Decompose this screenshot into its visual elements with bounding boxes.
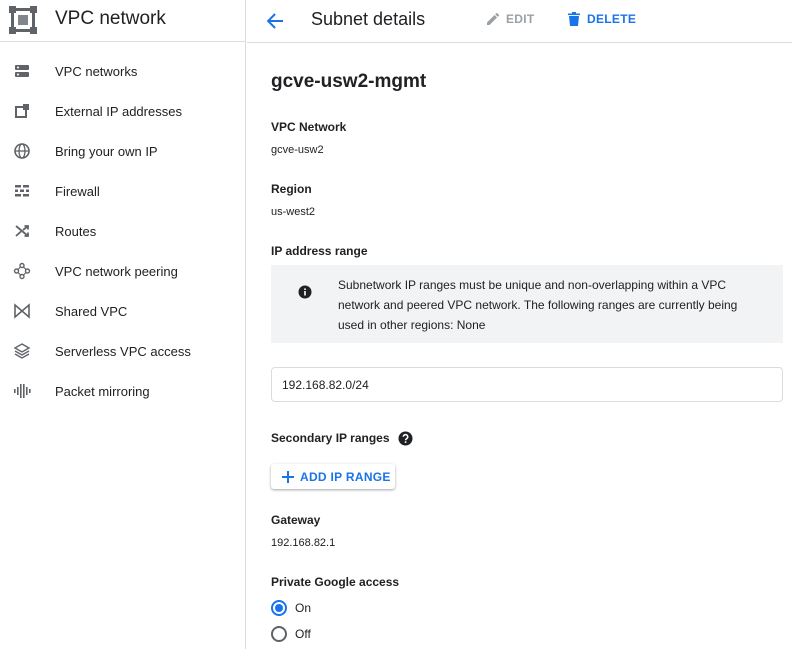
sidebar-item-label: Packet mirroring [55,383,150,399]
add-ip-range-label: ADD IP RANGE [300,469,391,484]
info-banner: Subnetwork IP ranges must be unique and … [271,265,783,343]
gateway-value: 192.168.82.1 [271,537,336,549]
plus-icon [282,470,294,483]
app-title: VPC network [55,8,166,29]
region-label: Region [271,182,312,196]
vpc-networks-icon [15,65,29,77]
sidebar-item-label: VPC network peering [55,263,178,279]
edit-label: EDIT [506,12,535,26]
sidebar-item-label: Shared VPC [55,303,128,319]
edit-button[interactable]: EDIT [485,9,535,29]
ip-address-range-input[interactable] [271,367,783,402]
main-content: Subnet details EDIT DELETE gcve-usw2-mgm… [247,0,792,649]
sidebar-item-packet-mirroring[interactable]: Packet mirroring [0,371,245,411]
add-ip-range-button[interactable]: ADD IP RANGE [271,464,395,489]
packet-mirroring-icon [14,384,31,398]
sidebar-item-vpc-networks[interactable]: VPC networks [0,51,245,91]
private-access-on-label[interactable]: On [295,601,311,615]
sidebar-item-label: Bring your own IP [55,143,158,159]
delete-label: DELETE [587,12,637,26]
toolbar: Subnet details EDIT DELETE [247,0,792,43]
region-value: us-west2 [271,206,316,218]
private-google-access-label: Private Google access [271,575,400,589]
firewall-icon [15,185,29,197]
info-icon [298,285,312,299]
pencil-icon [487,12,500,25]
gateway-label: Gateway [271,513,321,527]
sidebar-item-label: Serverless VPC access [55,343,191,359]
trash-icon [568,12,580,26]
sidebar-item-label: External IP addresses [55,103,182,119]
vpc-network-logo-icon [9,6,37,34]
sidebar-item-shared-vpc[interactable]: Shared VPC [0,291,245,331]
globe-icon [14,143,30,159]
shared-vpc-icon [14,303,30,319]
page-title: Subnet details [311,9,426,29]
serverless-icon [13,343,31,359]
secondary-ip-ranges-label: Secondary IP ranges [271,431,390,445]
ip-address-range-label: IP address range [271,244,368,258]
sidebar: VPC network VPC networks External IP add… [0,0,246,649]
peering-icon [13,262,31,280]
sidebar-item-firewall[interactable]: Firewall [0,171,245,211]
vpc-network-label: VPC Network [271,120,347,134]
sidebar-item-vpc-network-peering[interactable]: VPC network peering [0,251,245,291]
private-access-off-radio[interactable] [271,626,287,642]
sidebar-item-label: VPC networks [55,63,138,79]
help-icon[interactable] [398,431,413,446]
sidebar-item-label: Routes [55,223,97,239]
sidebar-item-routes[interactable]: Routes [0,211,245,251]
private-access-off-label[interactable]: Off [295,627,311,641]
sidebar-item-external-ip[interactable]: External IP addresses [0,91,245,131]
private-access-on-radio[interactable] [271,600,287,616]
sidebar-header: VPC network [0,0,245,42]
routes-icon [15,225,29,237]
info-text: Subnetwork IP ranges must be unique and … [338,278,738,332]
sidebar-item-bring-your-own-ip[interactable]: Bring your own IP [0,131,245,171]
external-ip-icon [15,104,29,118]
sidebar-item-label: Firewall [55,183,100,199]
vpc-network-value: gcve-usw2 [271,144,324,156]
arrow-back-icon[interactable] [262,8,288,34]
delete-button[interactable]: DELETE [567,9,636,29]
sidebar-item-serverless-vpc-access[interactable]: Serverless VPC access [0,331,245,371]
subnet-name: gcve-usw2-mgmt [271,71,427,92]
